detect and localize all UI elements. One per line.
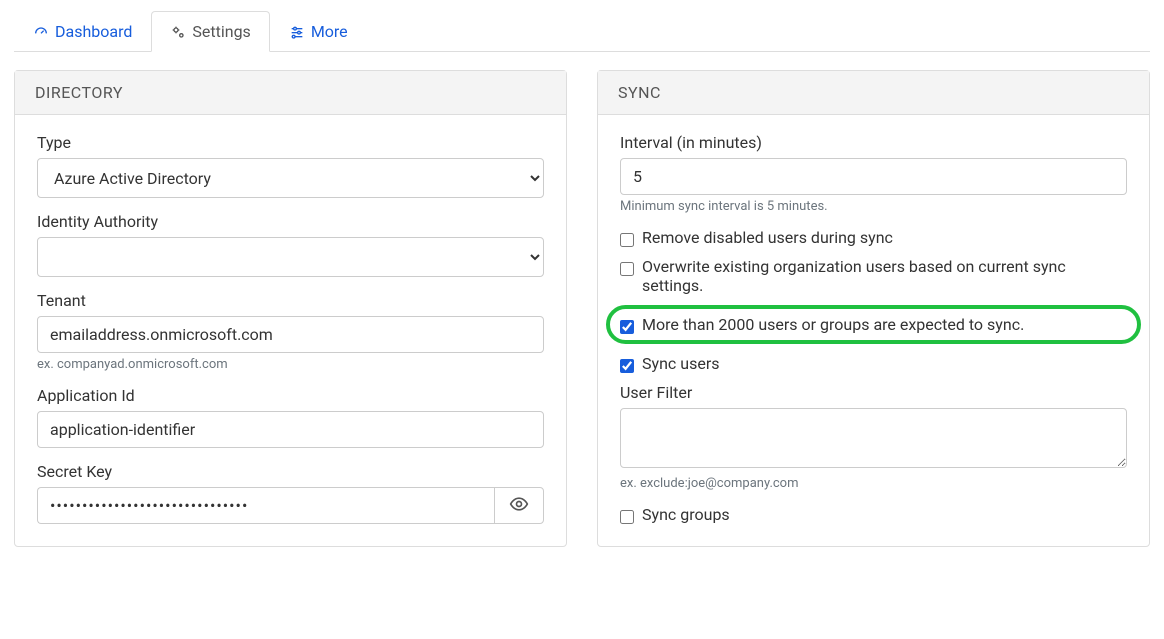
sync-users-checkbox[interactable] <box>620 359 634 373</box>
eye-icon <box>509 494 529 518</box>
tab-settings-label: Settings <box>192 22 250 41</box>
overwrite-label: Overwrite existing organization users ba… <box>642 257 1127 295</box>
sliders-icon <box>289 24 305 40</box>
sync-panel: SYNC Interval (in minutes) Minimum sync … <box>597 70 1150 547</box>
user-filter-help: ex. exclude:joe@company.com <box>620 476 1127 491</box>
tabs-bar: Dashboard Settings More <box>14 10 1150 52</box>
remove-disabled-checkbox[interactable] <box>620 233 634 247</box>
overwrite-checkbox[interactable] <box>620 262 634 276</box>
large-sync-label: More than 2000 users or groups are expec… <box>642 315 1127 334</box>
user-filter-textarea[interactable] <box>620 408 1127 468</box>
directory-panel: DIRECTORY Type Azure Active Directory Id… <box>14 70 567 547</box>
tenant-input[interactable] <box>37 316 544 353</box>
interval-input[interactable] <box>620 158 1127 195</box>
remove-disabled-label: Remove disabled users during sync <box>642 228 1127 247</box>
large-sync-checkbox[interactable] <box>620 320 634 334</box>
tab-dashboard-label: Dashboard <box>55 22 132 41</box>
tab-settings[interactable]: Settings <box>151 11 269 52</box>
tab-more[interactable]: More <box>270 11 367 52</box>
user-filter-label: User Filter <box>620 383 1127 402</box>
type-select[interactable]: Azure Active Directory <box>37 158 544 198</box>
interval-label: Interval (in minutes) <box>620 133 1127 152</box>
sync-users-label: Sync users <box>642 354 1127 373</box>
gears-icon <box>170 24 186 40</box>
identity-authority-select[interactable] <box>37 237 544 277</box>
tab-more-label: More <box>311 22 348 41</box>
type-label: Type <box>37 133 544 152</box>
sync-header: SYNC <box>598 71 1149 115</box>
application-id-label: Application Id <box>37 386 544 405</box>
application-id-input[interactable] <box>37 411 544 448</box>
tenant-help: ex. companyad.onmicrosoft.com <box>37 357 544 372</box>
tenant-label: Tenant <box>37 291 544 310</box>
interval-help: Minimum sync interval is 5 minutes. <box>620 199 1127 214</box>
directory-header: DIRECTORY <box>15 71 566 115</box>
secret-key-label: Secret Key <box>37 462 544 481</box>
large-sync-highlight: More than 2000 users or groups are expec… <box>606 305 1141 344</box>
reveal-secret-button[interactable] <box>494 487 544 524</box>
speedometer-icon <box>33 24 49 40</box>
identity-authority-label: Identity Authority <box>37 212 544 231</box>
secret-key-input[interactable] <box>37 487 494 524</box>
tab-dashboard[interactable]: Dashboard <box>14 11 151 52</box>
sync-groups-label: Sync groups <box>642 505 1127 524</box>
sync-groups-checkbox[interactable] <box>620 510 634 524</box>
